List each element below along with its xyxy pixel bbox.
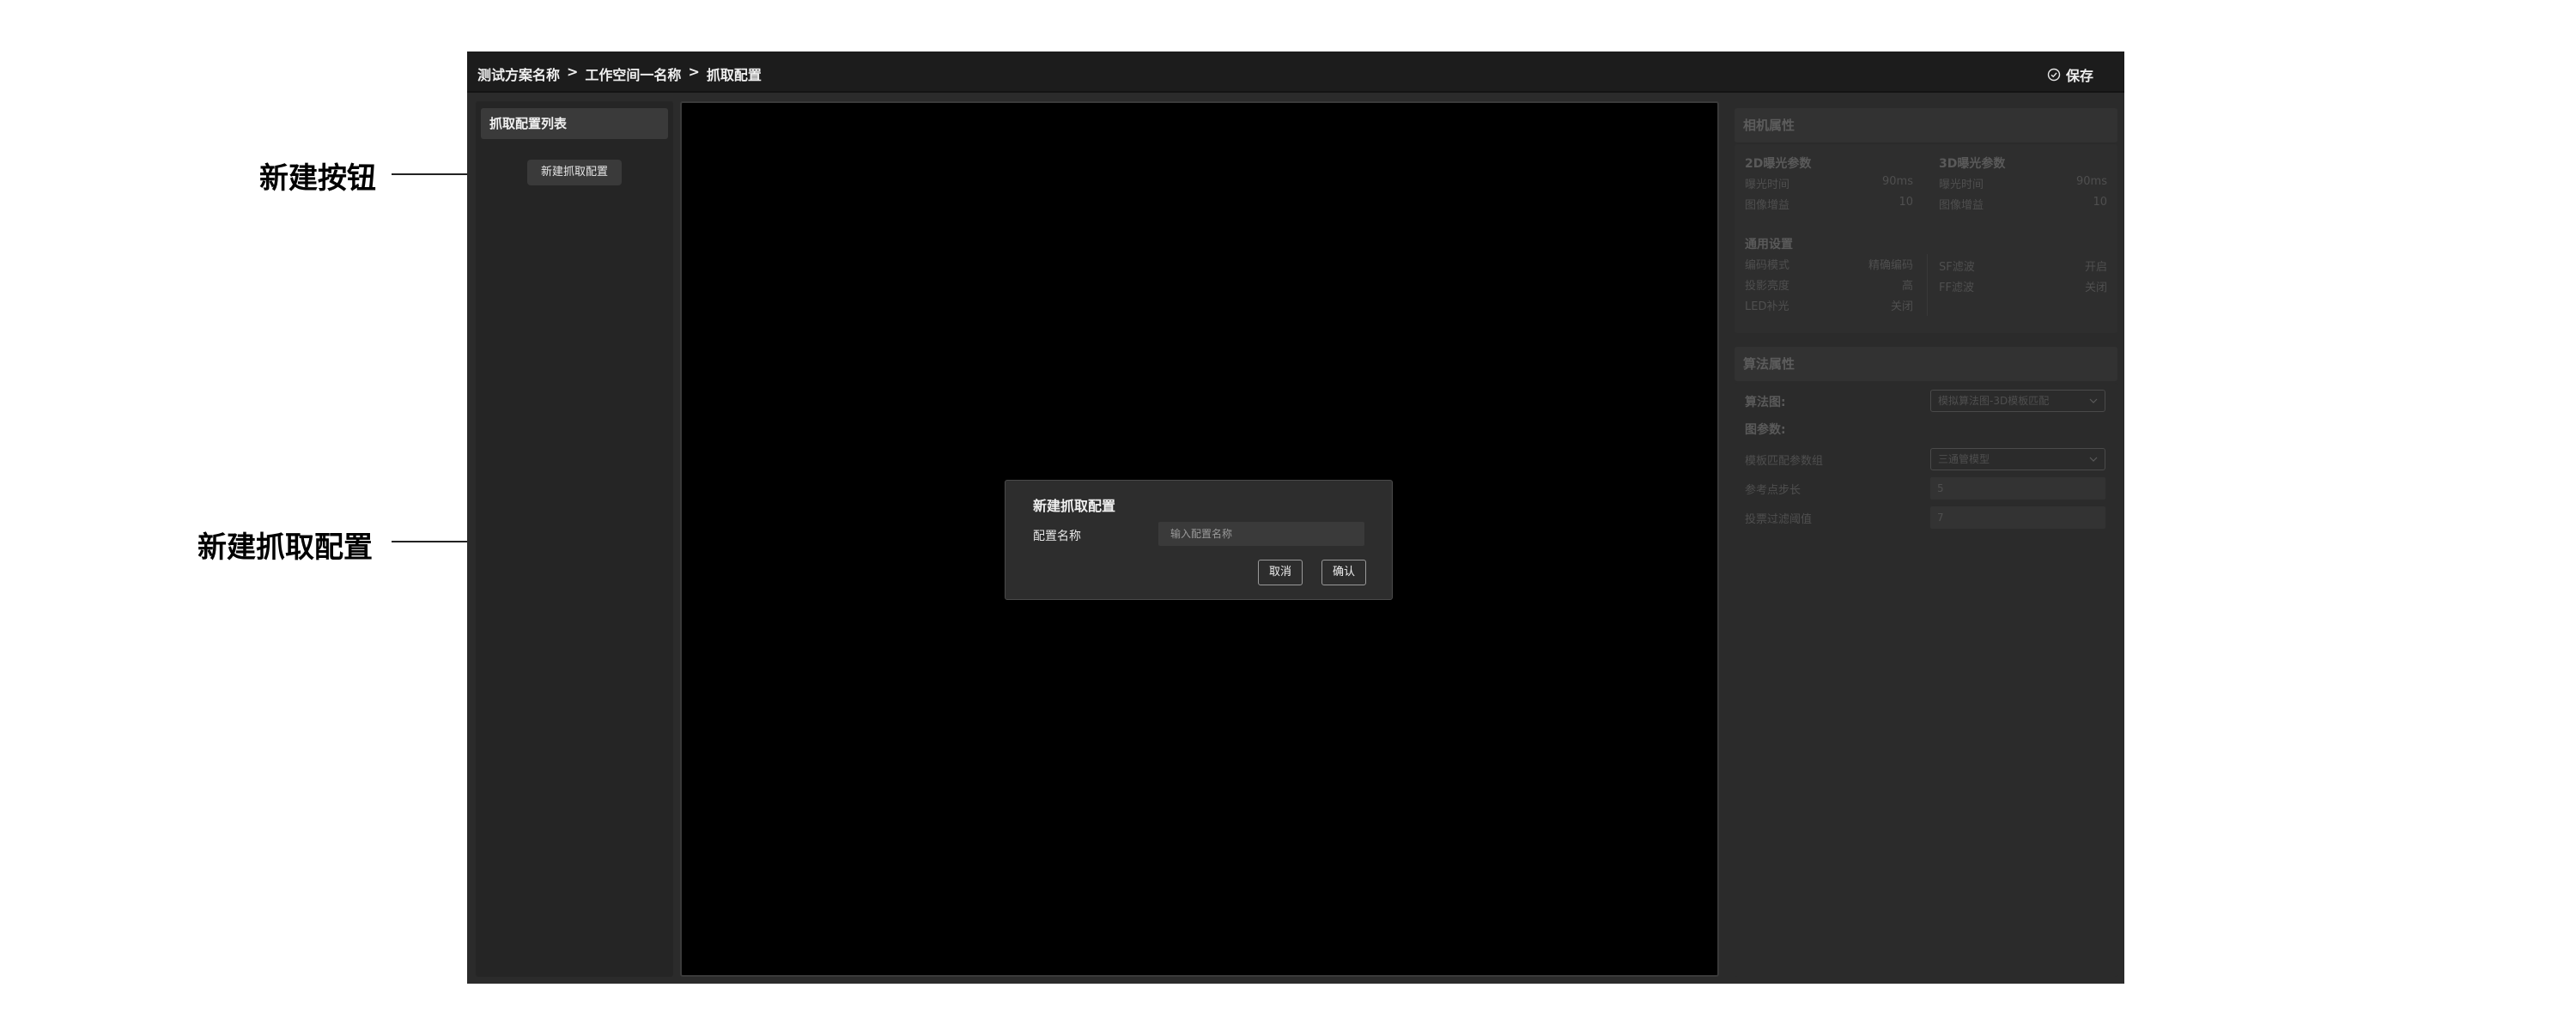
new-config-dialog: 新建抓取配置 配置名称 取消 确认 (1005, 480, 1393, 600)
breadcrumb-separator: > (567, 64, 579, 80)
save-button[interactable]: 保存 (2047, 64, 2093, 85)
chevron-down-icon (2089, 398, 2098, 403)
chevron-down-icon (2089, 457, 2098, 462)
exposure-2d-gain: 图像增益 10 (1745, 196, 1913, 212)
annotation-new-config: 新建抓取配置 (197, 530, 373, 565)
algorithm-graph-label: 算法图: (1745, 396, 1786, 409)
exposure-3d-gain: 图像增益 10 (1939, 196, 2107, 212)
breadcrumb-item-project[interactable]: 测试方案名称 (477, 64, 560, 84)
algorithm-section-body: 算法图: 模拟算法图-3D模板匹配 图参数: 模板匹配参数组 三通管模型 参考点… (1735, 383, 2117, 977)
camera-section-title: 相机属性 (1735, 108, 2117, 142)
algorithm-graph-select[interactable]: 模拟算法图-3D模板匹配 (1930, 390, 2105, 412)
breadcrumb-item-current: 抓取配置 (706, 67, 762, 83)
general-divider (1927, 254, 1928, 316)
check-circle-icon (2047, 68, 2061, 82)
confirm-button[interactable]: 确认 (1321, 560, 1366, 585)
general-settings-title: 通用设置 (1745, 238, 1793, 251)
led-fill-light: LED补光 关闭 (1745, 300, 1913, 313)
projection-brightness: 投影亮度高 (1745, 280, 1913, 293)
vote-filter-threshold-label: 投票过滤阈值 (1745, 513, 1813, 526)
template-param-group-label: 模板匹配参数组 (1745, 455, 1824, 468)
properties-panel: 相机属性 2D曝光参数 曝光时间 90ms 图像增益 10 3D曝光参数 曝光时间 9… (1728, 101, 2119, 977)
breadcrumb-item-workspace[interactable]: 工作空间一名称 (585, 64, 681, 84)
config-list-title: 抓取配置列表 (481, 108, 668, 139)
template-param-group-select[interactable]: 三通管模型 (1930, 448, 2105, 470)
cancel-button[interactable]: 取消 (1258, 560, 1303, 585)
config-name-label: 配置名称 (1033, 530, 1081, 543)
encoding-mode: 编码模式 精确编码 (1745, 259, 1913, 272)
graph-params-label: 图参数: (1745, 423, 1786, 437)
exposure-3d-title: 3D曝光参数 (1939, 157, 2006, 171)
ref-point-step-field[interactable]: 5 (1930, 477, 2105, 500)
breadcrumb-separator: > (688, 64, 700, 80)
exposure-3d-time: 曝光时间 90ms (1939, 175, 2107, 191)
config-name-input[interactable] (1158, 522, 1364, 546)
camera-section-body: 2D曝光参数 曝光时间 90ms 图像增益 10 3D曝光参数 曝光时间 90ms 图… (1735, 144, 2117, 333)
sf-filter: SF滤波 开启 (1939, 261, 2107, 274)
annotation-new-button: 新建按钮 (259, 161, 376, 196)
ref-point-step-label: 参考点步长 (1745, 484, 1801, 497)
dialog-title: 新建抓取配置 (1033, 498, 1116, 514)
breadcrumb: 测试方案名称 > 工作空间一名称 > 抓取配置 (477, 64, 762, 84)
exposure-2d-title: 2D曝光参数 (1745, 157, 1812, 171)
new-config-button[interactable]: 新建抓取配置 (527, 160, 622, 185)
config-list-panel: 抓取配置列表 新建抓取配置 (476, 101, 673, 977)
exposure-2d-time: 曝光时间 90ms (1745, 175, 1913, 191)
topbar: 测试方案名称 > 工作空间一名称 > 抓取配置 保存 (467, 52, 2124, 93)
vote-filter-threshold-field[interactable]: 7 (1930, 506, 2105, 529)
algorithm-section-title: 算法属性 (1735, 347, 2117, 381)
ff-filter: FF滤波 关闭 (1939, 282, 2107, 294)
save-label: 保存 (2065, 68, 2093, 84)
